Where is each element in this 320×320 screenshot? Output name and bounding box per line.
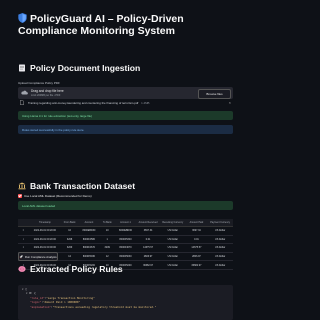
table-cell: 3697.34 bbox=[185, 226, 208, 236]
dropzone-text: Drag and drop file here bbox=[31, 89, 64, 93]
table-cell: US Dollar bbox=[207, 252, 233, 262]
table-cell: US Dollar bbox=[207, 235, 233, 245]
table-cell: 2022-09-01 00:00:00 bbox=[28, 243, 61, 253]
table-cell: US Dollar bbox=[207, 226, 233, 236]
section-heading-rules: Extracted Policy Rules bbox=[18, 264, 123, 274]
table-cell: 10 bbox=[61, 226, 79, 236]
page-title: PolicyGuard AI – Policy-Driven Complianc… bbox=[18, 13, 238, 37]
json-line: "explanation":"Transactions exceeding re… bbox=[30, 304, 157, 309]
dropzone-limit: Limit 200MB per file • PDF bbox=[31, 93, 61, 97]
table-row: 0 2022-09-01 00:20:00 10 8000EBD30 10 80… bbox=[18, 226, 233, 236]
table-cell: 8000EBD30 bbox=[78, 226, 100, 236]
column-header[interactable]: To Bank bbox=[99, 219, 115, 227]
table-cell: 12 bbox=[99, 252, 115, 262]
table-header-row: Timestamp From Bank Account To Bank Acco… bbox=[18, 219, 233, 227]
table-cell: US Dollar bbox=[159, 226, 186, 236]
page-icon bbox=[19, 64, 25, 72]
table-cell: 14675.57 bbox=[185, 243, 208, 253]
table-cell: 8000F5030 bbox=[78, 252, 100, 262]
table-cell: 8000F4670 bbox=[78, 243, 100, 253]
uploaded-file-row: Training regarding anti-money-laundering… bbox=[18, 100, 233, 106]
table-cell: US Dollar bbox=[159, 260, 186, 270]
column-header[interactable]: Timestamp bbox=[28, 219, 61, 227]
dataset-heading-text: Bank Transaction Dataset bbox=[30, 181, 136, 191]
table-cell: 0.01 bbox=[185, 235, 208, 245]
column-header[interactable]: Amount Received bbox=[136, 219, 160, 227]
table-cell: US Dollar bbox=[207, 260, 233, 270]
success-alert: Using Llama 3.1 for rule extraction (tex… bbox=[18, 111, 233, 120]
section-heading-dataset: Bank Transaction Dataset bbox=[18, 181, 135, 191]
info-alert: Rules stored successfully in the policy … bbox=[18, 125, 233, 134]
table-cell: 36682.97 bbox=[185, 260, 208, 270]
column-header[interactable]: Amount Paid bbox=[185, 219, 208, 227]
table-cell: 1 bbox=[99, 235, 115, 245]
dataset-loaded-alert: Local AML dataset loaded bbox=[18, 201, 233, 210]
column-header[interactable]: Account bbox=[78, 219, 100, 227]
cloud-upload-icon bbox=[21, 90, 28, 95]
table-row: 1 2022-09-01 00:20:00 3208 8000F4580 1 8… bbox=[18, 235, 233, 245]
browse-files-button[interactable]: Browse files bbox=[198, 88, 231, 99]
table-cell: 8000F5340 bbox=[114, 235, 137, 245]
table-cell: 8000F4670 bbox=[114, 243, 137, 253]
transaction-table: Timestamp From Bank Account To Bank Acco… bbox=[18, 219, 233, 270]
table-cell: 36682.97 bbox=[136, 260, 160, 270]
table-cell: 2022-09-01 00:20:00 bbox=[28, 235, 61, 245]
run-compliance-button[interactable]: Run Compliance Analysis bbox=[18, 252, 58, 261]
table-cell: 2806.97 bbox=[136, 252, 160, 262]
rules-heading-text: Extracted Policy Rules bbox=[30, 264, 123, 274]
table-cell: US Dollar bbox=[207, 243, 233, 253]
json-viewer[interactable]: ▾ [▾ 0: {"rule_id":"Large Transaction Mo… bbox=[18, 285, 233, 320]
table-cell: US Dollar bbox=[159, 252, 186, 262]
rocket-icon bbox=[19, 254, 24, 259]
ingestion-heading-text: Policy Document Ingestion bbox=[30, 63, 141, 73]
column-header[interactable]: Account.1 bbox=[114, 219, 137, 227]
uploaded-file-size: 1.4MB bbox=[141, 101, 150, 105]
table-cell: 3208 bbox=[61, 235, 79, 245]
shield-icon bbox=[18, 13, 27, 23]
table-cell: 3209 bbox=[99, 243, 115, 253]
table-cell: 2 bbox=[18, 243, 29, 253]
local-dataset-checkbox[interactable]: Use Local AML Dataset (Recommended for D… bbox=[18, 194, 92, 198]
table-cell: 8000F4580 bbox=[78, 235, 100, 245]
upload-label: Upload Compliance Policy PDF bbox=[18, 81, 60, 85]
uploaded-file-name: Training regarding anti-money-laundering… bbox=[28, 101, 139, 105]
table-cell: 2806.97 bbox=[185, 252, 208, 262]
bank-icon bbox=[18, 182, 26, 190]
brain-icon bbox=[18, 266, 26, 272]
table-cell: US Dollar bbox=[159, 235, 186, 245]
column-header[interactable]: Receiving Currency bbox=[159, 219, 186, 227]
file-icon bbox=[20, 100, 24, 105]
column-header[interactable]: From Bank bbox=[61, 219, 79, 227]
table-cell: 3697.34 bbox=[136, 226, 160, 236]
column-header[interactable] bbox=[18, 219, 29, 227]
table-cell: 3209 bbox=[61, 243, 79, 253]
table-cell: 1 bbox=[18, 235, 29, 245]
table-cell: 8000EBD30 bbox=[114, 226, 137, 236]
app-title-text: PolicyGuard AI – Policy-Driven Complianc… bbox=[18, 13, 184, 37]
section-heading-ingestion: Policy Document Ingestion bbox=[18, 63, 140, 73]
table-row: 2 2022-09-01 00:00:00 3209 8000F4670 320… bbox=[18, 243, 233, 253]
table-cell: 12 bbox=[61, 252, 79, 262]
table-cell: 0 bbox=[18, 226, 29, 236]
table-cell: 10 bbox=[99, 226, 115, 236]
checkbox-checked[interactable] bbox=[18, 194, 22, 198]
column-header[interactable]: Payment Currency bbox=[207, 219, 233, 227]
checkbox-label: Use Local AML Dataset (Recommended for D… bbox=[24, 194, 92, 198]
table-cell: 0.01 bbox=[136, 235, 160, 245]
table-cell: US Dollar bbox=[159, 243, 186, 253]
table-cell: 2022-09-01 00:20:00 bbox=[28, 226, 61, 236]
table-cell: 14675.57 bbox=[136, 243, 160, 253]
table-cell: 8000F5030 bbox=[114, 252, 137, 262]
close-icon[interactable]: × bbox=[229, 100, 231, 105]
